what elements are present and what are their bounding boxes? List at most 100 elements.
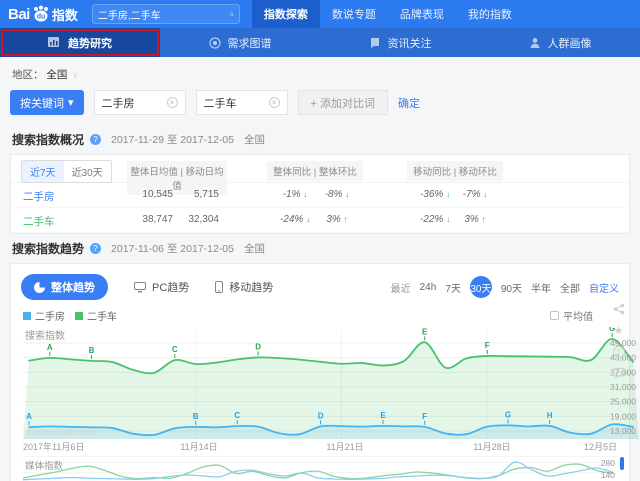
checkbox-icon[interactable]: [550, 311, 559, 320]
trend-line-chart[interactable]: ABCDEFGABCDEFGH49,00043,00037,00031,0002…: [23, 327, 639, 439]
search-input[interactable]: [98, 9, 230, 20]
range-30d[interactable]: 30天: [470, 276, 492, 298]
x-tick: 11月28日: [473, 440, 510, 453]
pie-icon: [34, 282, 45, 293]
chart-title: 搜索指数: [25, 327, 65, 342]
region-label: 地区：: [12, 69, 44, 81]
row-keyword[interactable]: 二手车: [23, 214, 55, 229]
keyword-pill-2[interactable]: 二手车 ×: [196, 90, 288, 115]
range-24h[interactable]: 24h: [420, 282, 437, 293]
range-90d[interactable]: 90天: [501, 280, 522, 295]
section-title: 搜索指数趋势: [12, 240, 84, 257]
legend-label: 二手车: [87, 308, 117, 323]
favorite-star-icon[interactable]: ★: [612, 324, 625, 337]
module-nav: 趋势研究 需求图谱 资讯关注 人群画像: [0, 28, 640, 57]
confirm-button[interactable]: 确定: [398, 95, 420, 111]
scrollbar-thumb[interactable]: [620, 457, 624, 470]
tab-overall-trend[interactable]: 整体趋势: [21, 274, 108, 300]
svg-text:D: D: [318, 411, 324, 420]
top-nav-data-topics[interactable]: 数说专题: [320, 0, 388, 28]
tab-label: 资讯关注: [388, 35, 432, 51]
news-icon: [369, 37, 381, 49]
remove-keyword-icon[interactable]: ×: [269, 97, 280, 108]
monitor-icon: [134, 282, 146, 293]
svg-text:31,000: 31,000: [610, 382, 636, 392]
overall-mom: -8% ↓: [313, 189, 361, 200]
svg-text:F: F: [422, 412, 427, 421]
top-nav-my-index[interactable]: 我的指数: [456, 0, 524, 28]
svg-text:19,000: 19,000: [610, 411, 636, 421]
tab-7days[interactable]: 近7天: [22, 161, 64, 182]
legend-swatch: [23, 312, 31, 320]
range-custom[interactable]: 自定义: [589, 280, 619, 295]
y-tick: 140: [601, 470, 615, 480]
svg-text:D: D: [255, 342, 261, 351]
media-index-chart[interactable]: 媒体指数 280 140: [23, 456, 617, 481]
keyword-pill-1[interactable]: 二手房 ×: [94, 90, 186, 115]
help-icon[interactable]: ?: [613, 346, 625, 358]
svg-text:B: B: [193, 412, 199, 421]
top-nav: 指数探索 数说专题 品牌表现 我的指数: [252, 0, 524, 28]
trend-section-title: 搜索指数趋势 ? 2017-11-06 至 2017-12-05 全国: [10, 234, 630, 263]
x-tick: 2017年11月6日: [23, 440, 84, 453]
tab-label: 需求图谱: [228, 35, 272, 51]
range-half-year[interactable]: 半年: [531, 280, 551, 295]
region-text: 全国: [244, 132, 265, 147]
search-index-chart[interactable]: 搜索指数 © index.baidu.com ABCDEFGABCDEFGH49…: [23, 327, 617, 439]
baidu-index-logo[interactable]: Bai du 指数: [8, 5, 78, 24]
logo-text-suffix: 指数: [52, 5, 78, 24]
feedback-icon[interactable]: [612, 367, 625, 380]
tab-trend-research[interactable]: 趋势研究: [0, 28, 160, 57]
keyword-bar: 按关键词 ▾ 二手房 × 二手车 × + 添加对比词 确定: [10, 90, 630, 125]
svg-text:13,000: 13,000: [610, 426, 636, 436]
average-label: 平均值: [563, 308, 593, 323]
caret-down-icon: ▾: [68, 96, 74, 109]
mobile-mom: -7% ↓: [453, 189, 497, 200]
remove-keyword-icon[interactable]: ×: [167, 97, 178, 108]
table-row: 二手车 38,747 32,304 -24% ↓ 3% ↑ -22% ↓ 3% …: [11, 208, 629, 233]
row-keyword[interactable]: 二手房: [23, 189, 55, 204]
tab-audience-profile[interactable]: 人群画像: [480, 28, 640, 57]
tab-label: 整体趋势: [51, 279, 95, 295]
range-label: 最近: [391, 280, 411, 295]
legend-swatch: [75, 312, 83, 320]
tab-30days[interactable]: 近30天: [64, 161, 111, 182]
overview-section-title: 搜索指数概况 ? 2017-11-29 至 2017-12-05 全国: [10, 125, 630, 154]
info-icon[interactable]: ?: [90, 134, 101, 145]
top-nav-brand[interactable]: 品牌表现: [388, 0, 456, 28]
baidu-paw-icon: du: [31, 5, 51, 23]
trend-controls: 整体趋势 PC趋势 移动趋势 最近 24h 7天 30天 90天 半年 全部 自…: [11, 272, 629, 308]
overall-daily-avg: 10,545: [121, 189, 173, 200]
share-icon[interactable]: [612, 302, 625, 315]
info-icon[interactable]: ?: [90, 243, 101, 254]
tab-mobile-trend[interactable]: 移动趋势: [215, 279, 273, 295]
top-header: Bai du 指数 指数探索 数说专题 品牌表现 我的指数: [0, 0, 640, 28]
search-icon[interactable]: [230, 9, 234, 20]
overview-table: 近7天 近30天 整体日均值 | 移动日均值 整体同比 | 整体环比 移动同比 …: [10, 154, 630, 234]
keyword-mode-button[interactable]: 按关键词 ▾: [10, 90, 84, 115]
range-7d[interactable]: 7天: [445, 280, 461, 295]
region-selector[interactable]: 地区： 全国 ›: [10, 63, 630, 90]
keyword-text: 二手房: [102, 95, 135, 111]
search-box[interactable]: [92, 4, 240, 24]
tab-news-attention[interactable]: 资讯关注: [320, 28, 480, 57]
chevron-right-icon: ›: [73, 69, 77, 81]
mobile-daily-avg: 5,715: [179, 189, 219, 200]
tab-demand-map[interactable]: 需求图谱: [160, 28, 320, 57]
legend-car[interactable]: 二手车: [75, 308, 117, 323]
legend-house[interactable]: 二手房: [23, 308, 65, 323]
top-nav-index-explore[interactable]: 指数探索: [252, 0, 320, 28]
svg-text:H: H: [547, 411, 553, 420]
watermark: © index.baidu.com: [25, 427, 96, 437]
range-all[interactable]: 全部: [560, 280, 580, 295]
tab-pc-trend[interactable]: PC趋势: [134, 279, 189, 295]
svg-text:B: B: [89, 346, 95, 355]
add-compare-button[interactable]: + 添加对比词: [298, 90, 388, 115]
average-toggle[interactable]: 平均值: [550, 308, 593, 323]
overall-yoy: -1% ↓: [271, 189, 319, 200]
tab-label: 移动趋势: [229, 279, 273, 295]
media-line-chart[interactable]: [23, 457, 613, 481]
svg-text:25,000: 25,000: [610, 397, 636, 407]
svg-text:C: C: [172, 345, 178, 354]
region-value[interactable]: 全国: [46, 69, 67, 81]
